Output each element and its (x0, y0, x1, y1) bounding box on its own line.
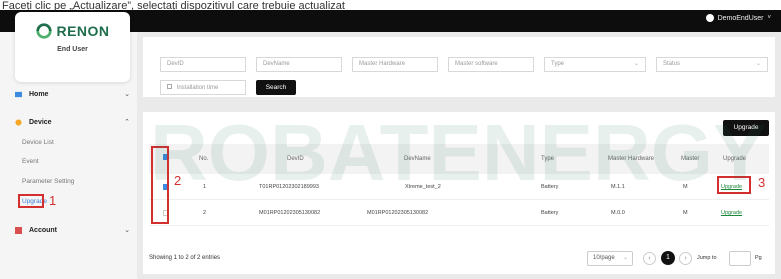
installation-time-picker[interactable]: Installation time (160, 80, 246, 95)
type-filter-label: Type (551, 61, 565, 67)
cell-type: Battery (541, 184, 559, 190)
filter-panel: DevID DevName Master Hardware Master sof… (143, 37, 775, 97)
sidebar-subitem-event[interactable]: Event (22, 158, 39, 165)
prev-page-button[interactable]: ‹ (643, 252, 656, 265)
username: DemoEndUser (717, 14, 764, 22)
current-page-button[interactable]: 1 (661, 251, 675, 265)
row-upgrade-link[interactable]: Upgrade (721, 210, 742, 216)
table-header: No. DevID DevName Type Master Hardware M… (149, 144, 769, 174)
page-size-value: 10/page (593, 255, 615, 261)
account-icon (15, 226, 22, 234)
column-header-master: Master (681, 156, 700, 162)
home-icon (15, 91, 22, 97)
chevron-down-icon: ⌄ (633, 61, 639, 67)
status-filter-label: Status (663, 61, 681, 67)
cell-devid: T01RP01202302189993 (259, 184, 319, 190)
main-content: DevID DevName Master Hardware Master sof… (137, 32, 781, 279)
column-header-type: Type (541, 156, 555, 162)
table-footer: Showing 1 to 2 of 2 entries 10/page ⌄ ‹ … (149, 249, 769, 269)
cell-type: Battery (541, 210, 559, 216)
page-size-select[interactable]: 10/page ⌄ (587, 251, 633, 266)
search-button[interactable]: Search (256, 80, 296, 95)
master-hardware-filter-input[interactable]: Master Hardware (352, 57, 438, 72)
sidebar-item-home[interactable]: Home ⌄ (15, 90, 130, 98)
column-header-upgrade: Upgrade (723, 156, 747, 162)
chevron-down-icon: ⌄ (124, 91, 130, 98)
renon-logo-icon (36, 23, 53, 39)
highlight-box-checkboxes (151, 146, 169, 224)
column-header-devname: DevName (404, 156, 431, 162)
status-filter-select[interactable]: Status ⌄ (656, 57, 768, 72)
step-marker-3: 3 (758, 175, 766, 190)
chevron-down-icon: ⌄ (622, 255, 628, 261)
cell-devid: M01RP01202305130082 (259, 210, 321, 216)
chevron-down-icon: ⌄ (124, 227, 130, 234)
column-header-no: No. (199, 156, 209, 162)
chevron-down-icon: ⌄ (755, 61, 761, 67)
sidebar-item-account[interactable]: Account ⌄ (15, 226, 130, 234)
calendar-icon (167, 84, 172, 89)
cell-master: M (683, 184, 688, 190)
devid-filter-input[interactable]: DevID (160, 57, 246, 72)
page-suffix-label: Pg (755, 255, 762, 261)
step-marker-1: 1 (49, 193, 57, 208)
cell-master: M (683, 210, 688, 216)
cell-master-hardware: M.0.0 (611, 210, 625, 216)
cell-no: 2 (203, 210, 207, 216)
column-header-devid: DevID (287, 156, 304, 162)
cell-devname: M01RP01202305130082 (367, 210, 429, 216)
jump-to-input[interactable] (729, 251, 751, 266)
next-page-button[interactable]: › (679, 252, 692, 265)
sidebar-subitem-device-list[interactable]: Device List (22, 139, 54, 146)
brand-name: RENON (56, 23, 110, 39)
chevron-up-icon: ⌃ (124, 119, 130, 126)
entries-summary: Showing 1 to 2 of 2 entries (149, 255, 221, 261)
cell-devname: Xtreme_test_2 (405, 184, 441, 190)
logo: RENON (35, 22, 109, 40)
master-software-filter-input[interactable]: Master software (448, 57, 534, 72)
device-table-panel: Upgrade No. DevID DevName Type Master Ha… (143, 112, 775, 274)
chevron-down-icon: ˅ (767, 15, 771, 21)
highlight-box-row-upgrade (717, 176, 751, 194)
user-menu[interactable]: DemoEndUser ˅ (705, 14, 771, 22)
upgrade-button[interactable]: Upgrade (723, 120, 769, 136)
device-icon (15, 118, 22, 126)
sidebar-item-label: Account (29, 226, 57, 234)
jump-to-label: Jump to (697, 255, 717, 261)
sidebar: RENON End User Home ⌄ Device ⌃ Device Li… (0, 12, 137, 279)
cell-master-hardware: M.1.1 (611, 184, 625, 190)
sidebar-subitem-parameter-setting[interactable]: Parameter Setting (22, 178, 74, 185)
sidebar-item-device[interactable]: Device ⌃ (15, 118, 130, 126)
sidebar-item-label: Home (29, 90, 49, 98)
highlight-box-upgrade-menu (18, 194, 44, 208)
table-row[interactable]: 2 M01RP01202305130082 M01RP0120230513008… (149, 200, 769, 226)
table-row[interactable]: 1 T01RP01202302189993 Xtreme_test_2 Batt… (149, 174, 769, 200)
installation-time-label: Installation time (176, 85, 219, 91)
devname-filter-input[interactable]: DevName (256, 57, 342, 72)
type-filter-select[interactable]: Type ⌄ (544, 57, 646, 72)
user-icon (705, 14, 714, 22)
user-role: End User (57, 46, 88, 53)
column-header-master-hardware: Master Hardware (608, 156, 655, 162)
sidebar-item-label: Device (29, 118, 52, 126)
step-marker-2: 2 (174, 173, 182, 188)
cell-no: 1 (203, 184, 207, 190)
brand-card: RENON End User (15, 12, 130, 82)
